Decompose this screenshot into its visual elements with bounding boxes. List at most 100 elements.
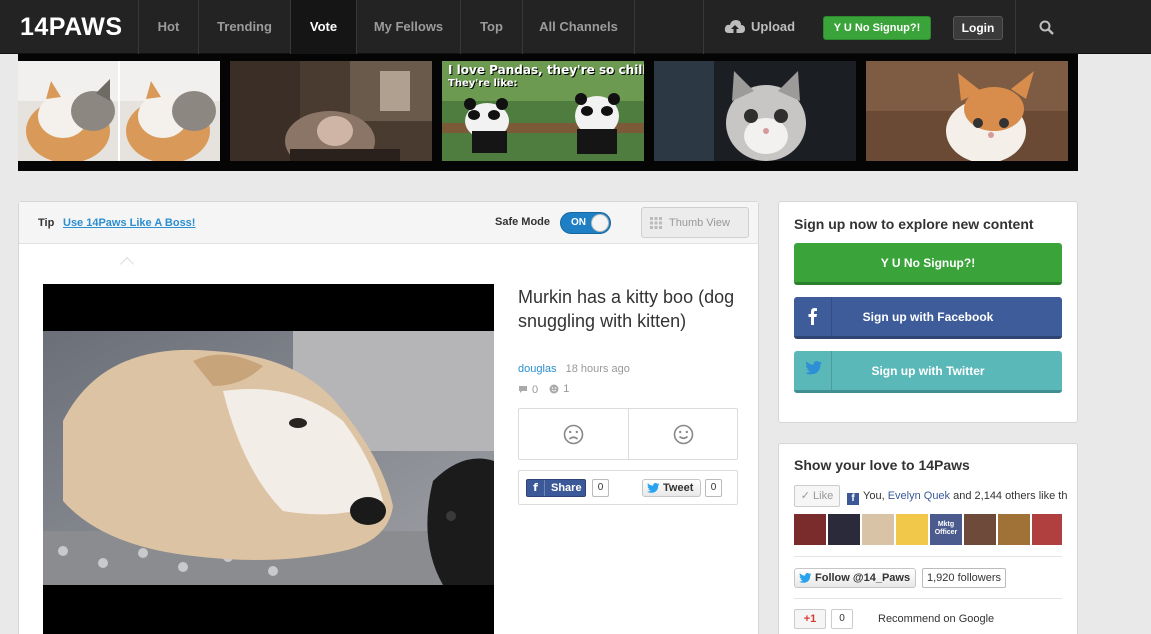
followers-count: 1,920 followers [922,568,1006,588]
tip-link[interactable]: Use 14Paws Like A Boss! [63,217,195,229]
signup-twitter-button[interactable]: Sign up with Twitter [794,351,1062,393]
top-nav: 14PAWS Hot Trending Vote My Fellows Top … [0,0,1151,54]
thumb-orange-kitten[interactable] [866,61,1068,161]
love-panel-title: Show your love to 14Paws [794,457,970,473]
facebook-share-button[interactable]: f Share [526,479,586,497]
twitter-follow-button[interactable]: Follow @14_Paws [794,568,916,588]
search-icon [1039,20,1054,35]
divider [794,556,1062,557]
fan-avatar[interactable] [828,514,860,545]
signup-panel-title: Sign up now to explore new content [794,216,1034,232]
yu-no-signup-button[interactable]: Y U No Signup?! [823,16,931,40]
like-summary: f You, Evelyn Quek and 2,144 others like … [847,490,1067,505]
google-plus-one-button[interactable]: +1 [794,609,826,629]
google-plus-count: 0 [831,609,853,629]
tweet-label: Tweet [663,482,694,494]
fan-avatar-badge[interactable]: Mktg Officer [930,514,962,545]
thumb-view-label: Thumb View [669,217,730,229]
google-recommend-text: Recommend on Google [878,613,995,625]
dog-kitten-image [43,331,494,585]
follow-label: Follow @14_Paws [815,572,911,584]
post-media[interactable] [43,284,494,634]
comment-count[interactable]: 0 [518,384,538,396]
love-panel: Show your love to 14Paws ✓ Like f You, Ev… [778,443,1078,634]
search-button[interactable] [1015,0,1076,54]
share-count: 0 [592,479,609,497]
fan-faces: Mktg Officer [794,514,1062,545]
vote-up-button[interactable] [629,409,738,459]
main-panel: Tip Use 14Paws Like A Boss! Safe Mode ON… [18,201,759,634]
safe-mode-toggle[interactable]: ON [560,212,611,234]
post-time: 18 hours ago [565,363,630,375]
facebook-icon [794,297,832,336]
fan-avatar[interactable] [964,514,996,545]
toggle-knob [591,214,609,232]
twitter-bird-icon [799,573,812,583]
post-meta: douglas 18 hours ago [518,363,630,375]
twitter-bird-icon [794,351,832,390]
panda-caption-line2: They're like: [448,78,518,89]
toggle-state: ON [571,217,586,228]
twitter-bird-icon [647,483,660,493]
cloud-upload-icon [724,20,745,33]
comment-count-value: 0 [532,383,539,396]
comment-icon [519,386,527,393]
facebook-icon: f [527,480,545,496]
upload-label: Upload [751,19,796,34]
thumb-view-button[interactable]: Thumb View [641,207,749,238]
nav-item-hot[interactable]: Hot [138,0,198,54]
signup-yu-button[interactable]: Y U No Signup?! [794,243,1062,285]
vote-count-value: 1 [563,383,570,395]
nav-item-vote[interactable]: Vote [290,0,356,54]
upload-button[interactable]: Upload [703,0,811,54]
thumb-pandas[interactable]: I love Pandas, they're so chill They're … [442,61,644,161]
thumb-staring-cat[interactable] [654,61,856,161]
facebook-like-button[interactable]: ✓ Like [794,485,840,507]
signup-facebook-button[interactable]: Sign up with Facebook [794,297,1062,339]
fan-avatar[interactable] [998,514,1030,545]
post-author[interactable]: douglas [518,363,557,375]
fan-avatar[interactable] [794,514,826,545]
fan-avatar[interactable] [1032,514,1062,545]
nav-item-top[interactable]: Top [460,0,522,54]
safe-mode-label: Safe Mode [495,216,551,228]
thumbs-up-icon: ✓ [800,490,810,502]
thumb-room[interactable] [230,61,432,161]
share-label: Share [551,482,582,494]
facebook-icon: f [847,493,859,505]
share-box: f Share 0 Tweet 0 [518,470,738,505]
nav-item-trending[interactable]: Trending [198,0,290,54]
site-logo[interactable]: 14PAWS [20,0,138,54]
fan-avatar[interactable] [896,514,928,545]
thumb-kittens[interactable] [18,61,220,161]
vote-count: 1 [549,383,569,395]
like-suffix: and 2,144 others like this. [950,490,1067,502]
nav-item-my-fellows[interactable]: My Fellows [356,0,460,54]
like-label: Like [813,490,834,502]
fan-avatar[interactable] [862,514,894,545]
main-toolbar: Tip Use 14Paws Like A Boss! Safe Mode ON… [19,202,758,244]
divider [794,598,1062,599]
signup-facebook-label: Sign up with Facebook [862,310,994,324]
post-stats: 0 1 [518,383,577,397]
vote-pointer [119,256,135,272]
happy-face-icon [673,424,694,445]
vote-down-button[interactable] [519,409,628,459]
featured-strip: I love Pandas, they're so chill They're … [18,54,1078,171]
like-prefix: You, [863,490,888,502]
tweet-button[interactable]: Tweet [642,479,701,497]
tweet-count: 0 [705,479,722,497]
signup-twitter-label: Sign up with Twitter [871,364,985,378]
smiley-icon [549,384,559,394]
post-title[interactable]: Murkin has a kitty boo (dog snuggling wi… [518,285,738,333]
sad-face-icon [563,424,584,445]
vote-box [518,408,738,460]
nav-item-all-channels[interactable]: All Channels [522,0,635,54]
login-button[interactable]: Login [953,16,1003,40]
like-friend-link[interactable]: Evelyn Quek [888,490,950,502]
signup-panel: Sign up now to explore new content Y U N… [778,201,1078,423]
panda-caption-line1: I love Pandas, they're so chill [448,63,644,77]
tip-label: Tip [38,217,55,229]
panda-caption: I love Pandas, they're so chill They're … [448,64,644,90]
grid-icon [650,217,662,229]
